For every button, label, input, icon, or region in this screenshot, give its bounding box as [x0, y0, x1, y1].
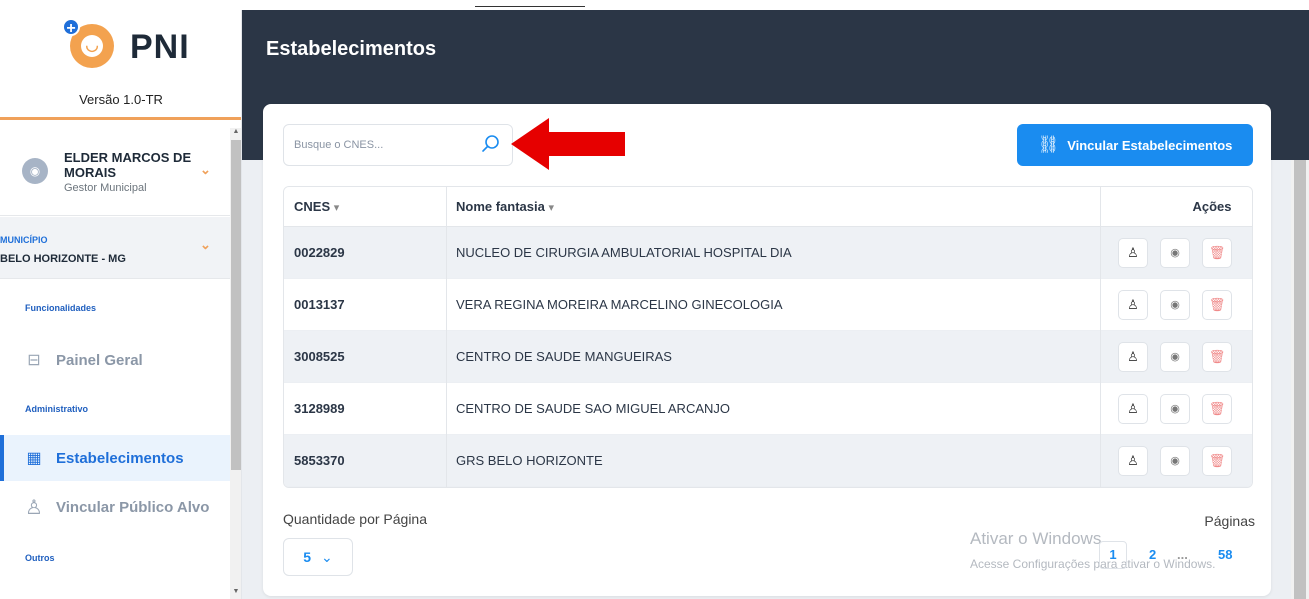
pages-label: Páginas [1204, 513, 1255, 529]
table-row: 3128989 CENTRO DE SAUDE SAO MIGUEL ARCAN… [284, 383, 1252, 435]
cnes-cell: 0013137 [294, 297, 345, 312]
sidebar-scrollbar[interactable]: ▲ ▼ [230, 128, 241, 599]
user-role: Gestor Municipal [64, 182, 147, 194]
qty-per-page-label: Quantidade por Página [283, 511, 427, 527]
windows-watermark-title: Ativar o Windows [970, 529, 1102, 548]
column-divider [1100, 187, 1101, 487]
sidebar-item-painel-geral[interactable]: ⊟ Painel Geral [0, 337, 230, 383]
eye-icon[interactable]: ◉ [1160, 394, 1190, 424]
building-icon: ▦ [26, 450, 42, 467]
page-link-1[interactable]: 1 [1099, 541, 1127, 569]
user-link-icon[interactable]: ♙ [1118, 290, 1148, 320]
user-link-icon[interactable]: ♙ [1118, 342, 1148, 372]
column-header-acoes: Ações [1192, 199, 1232, 214]
sort-icon[interactable]: ▾ [549, 202, 555, 214]
table-row: 0013137 VERA REGINA MOREIRA MARCELINO GI… [284, 279, 1252, 331]
main-scrollbar[interactable] [1291, 160, 1309, 599]
presentation-board-icon: ⊟ [27, 352, 41, 369]
page-header: Estabelecimentos [242, 10, 1309, 90]
search-input[interactable] [294, 136, 464, 154]
municipio-selector[interactable]: MUNICÍPIO BELO HORIZONTE - MG ⌄ [0, 217, 230, 279]
table-row: 5853370 GRS BELO HORIZONTE ♙ ◉ 🗑 [284, 435, 1252, 487]
trash-icon[interactable]: 🗑 [1202, 238, 1232, 268]
app-version: Versão 1.0-TR [79, 92, 163, 107]
sidebar: ◡ + PNI Versão 1.0-TR ◉ ELDER MARCOS DE … [0, 10, 242, 599]
vincular-estabelecimentos-button[interactable]: ⛓ Vincular Estabelecimentos [1017, 124, 1253, 166]
logo-text: PNI [130, 28, 190, 66]
qty-per-page-select[interactable]: 5 ⌄ [283, 538, 353, 576]
eye-icon[interactable]: ◉ [1160, 342, 1190, 372]
user-link-icon[interactable]: ♙ [1118, 394, 1148, 424]
vincular-label: Vincular Estabelecimentos [1067, 137, 1233, 153]
user-icon: ♙ [25, 496, 43, 519]
chevron-down-icon: ⌄ [321, 548, 333, 565]
avatar: ◉ [22, 158, 48, 184]
table-header: CNES ▾ Nome fantasia ▾ Ações [284, 187, 1252, 227]
sidebar-item-estabelecimentos[interactable]: ▦ Estabelecimentos [0, 435, 230, 481]
user-profile[interactable]: ◉ ELDER MARCOS DE MORAIS Gestor Municipa… [0, 128, 230, 216]
logo-area: ◡ + PNI Versão 1.0-TR [0, 10, 241, 120]
column-divider [446, 187, 447, 487]
search-icon[interactable] [480, 133, 502, 155]
underline-decoration [475, 6, 585, 7]
page-link-58[interactable]: 58 [1218, 547, 1232, 562]
section-administrativo: Administrativo [25, 404, 89, 414]
sidebar-item-label: Estabelecimentos [56, 449, 184, 467]
nome-cell: GRS BELO HORIZONTE [456, 453, 603, 468]
scrollbar-thumb[interactable] [231, 140, 241, 470]
table-row: 0022829 NUCLEO DE CIRURGIA AMBULATORIAL … [284, 227, 1252, 279]
link-icon: ⛓ [1037, 135, 1060, 154]
scroll-down-arrow-icon[interactable]: ▼ [230, 588, 241, 595]
sidebar-item-label: Vincular Público Alvo [56, 498, 210, 516]
trash-icon[interactable]: 🗑 [1202, 394, 1232, 424]
cnes-cell: 0022829 [294, 245, 345, 260]
sidebar-item-label: Painel Geral [56, 351, 143, 369]
cnes-cell: 5853370 [294, 453, 345, 468]
scrollbar-thumb[interactable] [1294, 160, 1306, 599]
eye-icon[interactable]: ◉ [1160, 238, 1190, 268]
nome-cell: CENTRO DE SAUDE SAO MIGUEL ARCANJO [456, 401, 731, 416]
municipio-value: BELO HORIZONTE - MG [0, 253, 126, 265]
cnes-cell: 3128989 [294, 401, 345, 416]
sort-icon[interactable]: ▾ [334, 202, 340, 214]
sidebar-item-vincular-publico-alvo[interactable]: ♙ Vincular Público Alvo [0, 484, 230, 530]
scroll-up-arrow-icon[interactable]: ▲ [230, 128, 241, 135]
trash-icon[interactable]: 🗑 [1202, 290, 1232, 320]
nome-cell: VERA REGINA MOREIRA MARCELINO GINECOLOGI… [456, 297, 783, 312]
establishments-table: CNES ▾ Nome fantasia ▾ Ações 0022829 NUC… [283, 186, 1253, 488]
column-header-cnes[interactable]: CNES ▾ [294, 187, 339, 227]
pagination-ellipsis: ... [1177, 547, 1188, 562]
eye-icon[interactable]: ◉ [1160, 446, 1190, 476]
column-header-nome-fantasia[interactable]: Nome fantasia ▾ [456, 187, 554, 227]
nome-cell: NUCLEO DE CIRURGIA AMBULATORIAL HOSPITAL… [456, 245, 792, 260]
section-funcionalidades: Funcionalidades [25, 303, 97, 313]
section-outros: Outros [25, 553, 55, 563]
page-link-2[interactable]: 2 [1149, 547, 1156, 562]
trash-icon[interactable]: 🗑 [1202, 446, 1232, 476]
content-card: ⛓ Vincular Estabelecimentos CNES ▾ Nome … [263, 104, 1271, 596]
user-link-icon[interactable]: ♙ [1118, 446, 1148, 476]
nome-cell: CENTRO DE SAUDE MANGUEIRAS [456, 349, 672, 364]
eye-icon[interactable]: ◉ [1160, 290, 1190, 320]
chevron-down-icon[interactable]: ⌄ [200, 162, 211, 178]
page-title: Estabelecimentos [266, 38, 437, 60]
annotation-arrow-icon [511, 118, 625, 170]
user-name: ELDER MARCOS DE MORAIS [64, 150, 192, 180]
municipio-label: MUNICÍPIO [0, 235, 48, 245]
cnes-cell: 3008525 [294, 349, 345, 364]
search-box [283, 124, 513, 166]
chevron-down-icon[interactable]: ⌄ [200, 237, 211, 253]
logo-plus-icon: + [62, 18, 80, 37]
user-link-icon[interactable]: ♙ [1118, 238, 1148, 268]
trash-icon[interactable]: 🗑 [1202, 342, 1232, 372]
top-strip [0, 0, 1309, 10]
table-row: 3008525 CENTRO DE SAUDE MANGUEIRAS ♙ ◉ 🗑 [284, 331, 1252, 383]
